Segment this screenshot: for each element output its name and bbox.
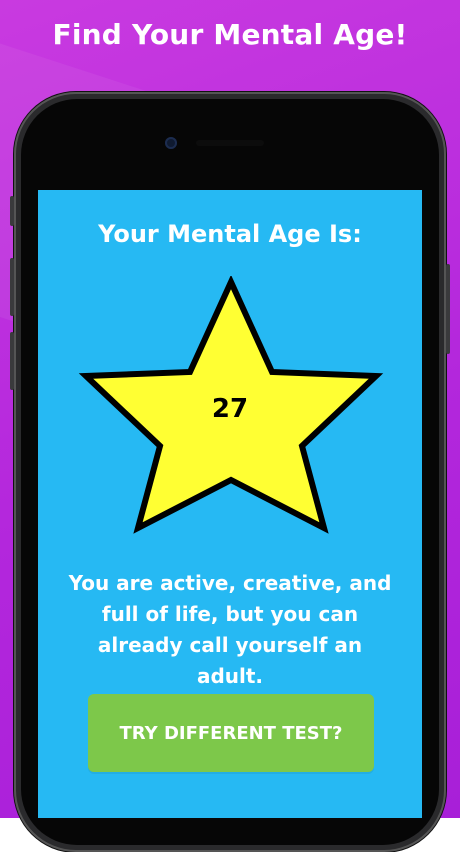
phone-volume-down-button xyxy=(10,332,14,390)
phone-volume-up-button xyxy=(10,258,14,316)
try-different-test-button[interactable]: TRY DIFFERENT TEST? xyxy=(88,694,374,772)
app-screen: Your Mental Age Is: 27 You are active, c… xyxy=(38,190,422,818)
result-title: Your Mental Age Is: xyxy=(98,220,362,248)
promo-headline: Find Your Mental Age! xyxy=(52,18,408,51)
phone-silent-switch xyxy=(10,196,14,226)
front-camera-icon xyxy=(165,137,177,149)
earpiece-speaker xyxy=(196,140,264,146)
result-description: You are active, creative, and full of li… xyxy=(68,571,392,688)
phone-power-button xyxy=(446,264,450,354)
mental-age-value: 27 xyxy=(211,394,249,424)
